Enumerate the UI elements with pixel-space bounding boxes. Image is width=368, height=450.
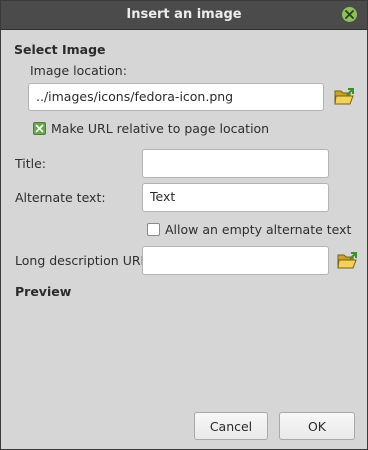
insert-image-dialog: Insert an image Select Image Image locat…	[0, 0, 368, 450]
title-bar[interactable]: Insert an image	[1, 1, 367, 30]
alternate-text-value: Text	[150, 189, 176, 204]
close-icon	[345, 10, 354, 19]
browse-longdesc-button[interactable]	[336, 251, 358, 271]
checkmark-icon	[35, 124, 44, 133]
allow-empty-alt-checkbox[interactable]	[147, 223, 160, 236]
open-folder-icon	[334, 88, 354, 105]
preview-area	[15, 303, 355, 403]
image-location-label: Image location:	[30, 63, 127, 78]
long-description-input[interactable]	[142, 246, 329, 275]
alternate-text-input[interactable]: Text	[142, 183, 329, 212]
preview-heading: Preview	[15, 284, 72, 299]
image-location-value: ../images/icons/fedora-icon.png	[36, 89, 234, 104]
title-input[interactable]	[142, 149, 329, 178]
title-label: Title:	[15, 156, 46, 171]
window-title: Insert an image	[126, 7, 242, 22]
relative-url-label[interactable]: Make URL relative to page location	[51, 121, 269, 136]
relative-url-checkbox[interactable]	[33, 122, 46, 135]
cancel-button[interactable]: Cancel	[194, 412, 268, 440]
allow-empty-alt-label[interactable]: Allow an empty alternate text	[165, 222, 351, 237]
browse-file-button[interactable]	[333, 87, 355, 107]
open-folder-icon	[337, 252, 357, 269]
alternate-text-label: Alternate text:	[15, 190, 106, 205]
long-description-label: Long description URI:	[15, 253, 149, 268]
select-image-heading: Select Image	[14, 42, 106, 57]
ok-button[interactable]: OK	[279, 412, 355, 440]
image-location-input[interactable]: ../images/icons/fedora-icon.png	[28, 83, 324, 111]
close-button[interactable]	[342, 7, 357, 22]
